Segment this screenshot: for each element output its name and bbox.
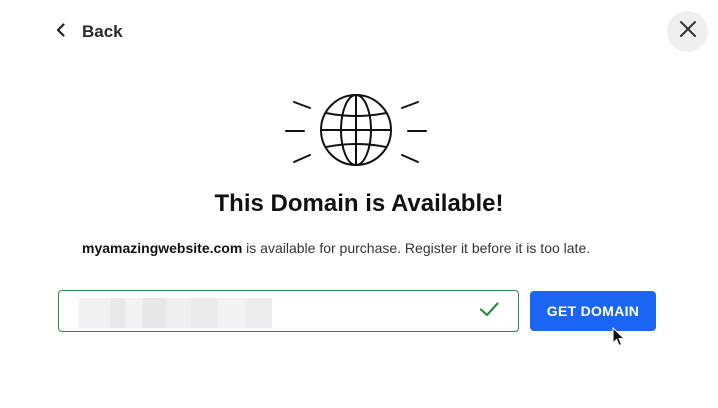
close-button[interactable] <box>667 11 708 52</box>
domain-field[interactable] <box>58 290 519 332</box>
back-button[interactable]: Back <box>52 18 123 46</box>
domain-name: myamazingwebsite.com <box>82 240 243 256</box>
globe-icon <box>285 94 427 166</box>
mouse-cursor-icon <box>612 327 626 347</box>
availability-text: is available for purchase. Register it b… <box>242 240 591 256</box>
check-icon <box>478 298 500 325</box>
page-title: This Domain is Available! <box>214 190 504 217</box>
get-domain-button[interactable]: GET DOMAIN <box>530 291 656 331</box>
redacted-text <box>79 298 272 328</box>
close-icon <box>679 20 697 43</box>
chevron-left-icon <box>52 21 70 44</box>
globe-illustration <box>283 92 429 168</box>
availability-message: myamazingwebsite.com is available for pu… <box>82 240 682 256</box>
back-label: Back <box>82 22 123 41</box>
